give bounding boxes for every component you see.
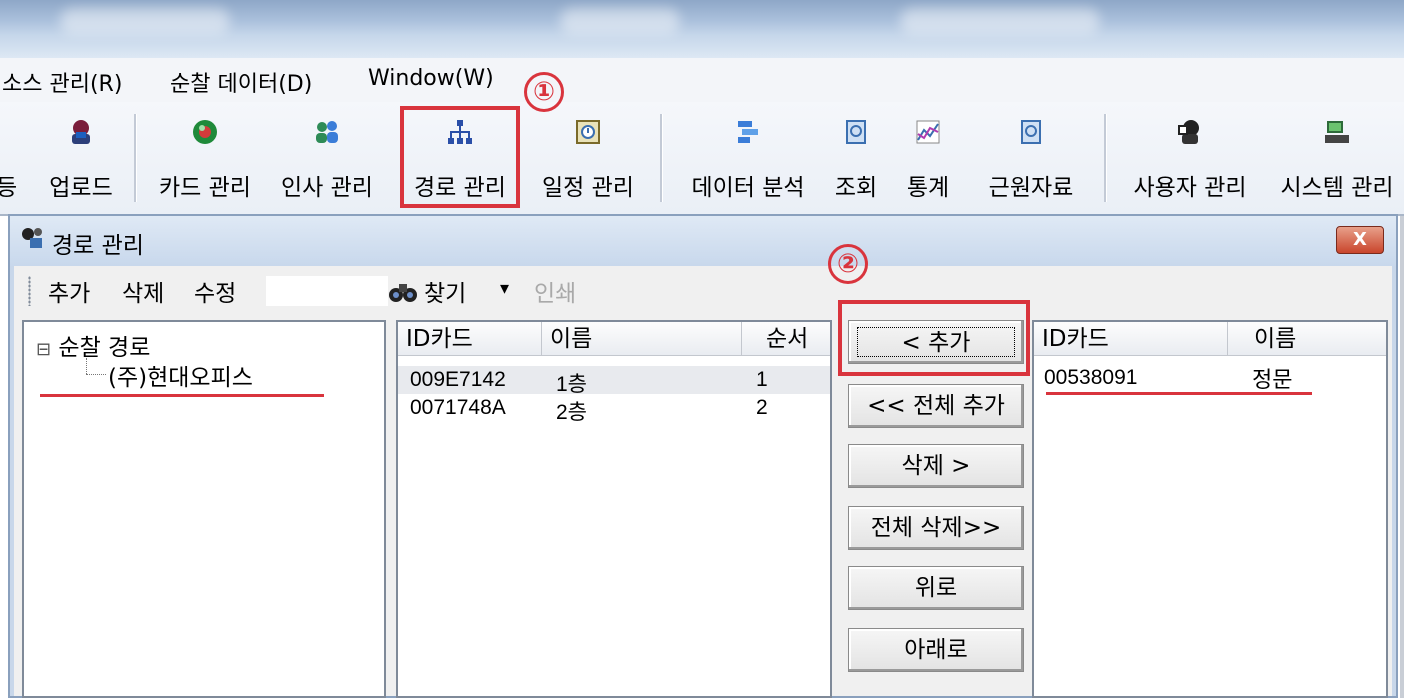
row-underline [1046, 392, 1312, 395]
move-up-button[interactable]: 위로 [848, 566, 1024, 610]
move-down-button[interactable]: 아래로 [848, 628, 1024, 672]
data-analysis-label: 데이터 분석 [691, 175, 805, 201]
route-tree-panel[interactable]: ⊟ 순찰 경로 (주)현대오피스 [22, 320, 386, 698]
binoculars-icon[interactable] [388, 280, 418, 304]
source-data-label: 근원자료 [988, 175, 1074, 201]
tree-line [86, 358, 88, 374]
app-title-bar[interactable] [0, 0, 1404, 58]
card-management-label: 카드 관리 [159, 175, 251, 201]
schedule-management-button[interactable]: 일정 관리 [530, 110, 646, 206]
delete-button[interactable]: 삭제 > [848, 444, 1024, 488]
tree-root-node[interactable]: ⊟ 순찰 경로 [36, 328, 150, 362]
toolbar-separator [660, 114, 663, 202]
find-dropdown-icon[interactable]: ▾ [500, 278, 509, 299]
app-window: 소스 관리(R) 순찰 데이터(D) Window(W) 등 업로드 카드 관리… [0, 0, 1404, 698]
user-management-button[interactable]: 사용자 관리 [1120, 110, 1260, 206]
close-button[interactable]: X [1336, 226, 1384, 254]
window-title: 경로 관리 [52, 233, 144, 259]
source-data-icon [1021, 120, 1041, 144]
callout-two: ② [828, 244, 868, 284]
user-management-label: 사용자 관리 [1133, 175, 1247, 201]
route-window-icon [22, 228, 42, 248]
title-glow [900, 8, 1100, 34]
lookup-label: 조회 [834, 175, 878, 201]
row-name: 2층 [556, 401, 587, 424]
menu-window[interactable]: Window(W) [368, 66, 494, 91]
tree-line [86, 374, 106, 375]
tree-underline [40, 394, 324, 397]
row-id-card: 0071748A [410, 396, 506, 419]
close-icon: X [1353, 229, 1367, 250]
menu-bar: 소스 관리(R) 순찰 데이터(D) Window(W) [0, 58, 1404, 102]
tree-child-node[interactable]: (주)현대오피스 [108, 358, 253, 392]
schedule-management-label: 일정 관리 [542, 175, 634, 201]
row-name: 1층 [556, 373, 587, 396]
row-id-card: 00538091 [1044, 366, 1138, 389]
upload-person-icon [72, 120, 90, 144]
row-id-card: 009E7142 [410, 368, 506, 391]
menu-resource[interactable]: 소스 관리(R) [2, 66, 122, 98]
tree-expander-icon[interactable]: ⊟ [36, 339, 51, 360]
col-header-name[interactable]: 이름 [542, 322, 742, 356]
lookup-button[interactable]: 조회 [826, 110, 886, 206]
statistics-button[interactable]: 통계 [898, 110, 958, 206]
user-admin-icon [1178, 120, 1199, 144]
row-order: 1 [756, 368, 768, 391]
add-all-button[interactable]: << 전체 추가 [848, 384, 1024, 428]
system-management-label: 시스템 관리 [1280, 175, 1394, 201]
statistics-chart-icon [916, 120, 940, 144]
lookup-icon [846, 120, 866, 144]
search-input[interactable] [266, 276, 388, 306]
toolbar-cut-label: 등 [0, 175, 18, 201]
title-glow [560, 8, 680, 34]
add-button-highlight [838, 300, 1030, 376]
col-header-name[interactable]: 이름 [1228, 322, 1386, 356]
col-header-order[interactable]: 순서 [742, 322, 830, 356]
add-toolbar-button[interactable]: 추가 [48, 274, 90, 308]
print-button[interactable]: 인쇄 [534, 274, 576, 308]
source-data-button[interactable]: 근원자료 [968, 110, 1094, 206]
main-toolbar: 등 업로드 카드 관리 인사 관리 경로 관리 일정 관리 데이터 분석 조회 … [0, 102, 1404, 216]
col-header-id-card[interactable]: ID카드 [398, 322, 542, 356]
toolbar-grip-icon[interactable] [28, 276, 31, 306]
row-order: 2 [756, 396, 768, 419]
system-management-button[interactable]: 시스템 관리 [1270, 110, 1404, 206]
delete-toolbar-button[interactable]: 삭제 [122, 274, 164, 308]
title-glow [60, 8, 230, 34]
system-computer-icon [1325, 121, 1349, 143]
window-toolbar: 추가 삭제 수정 찾기 ▾ 인쇄 [14, 266, 1392, 316]
hr-management-button[interactable]: 인사 관리 [268, 110, 386, 206]
statistics-label: 통계 [906, 175, 950, 201]
upload-label: 업로드 [49, 175, 113, 201]
edit-toolbar-button[interactable]: 수정 [194, 274, 236, 308]
row-name: 정문 [1252, 367, 1293, 392]
toolbar-separator [1104, 114, 1107, 202]
callout-one: ① [524, 72, 564, 112]
toolbar-separator [134, 114, 137, 202]
checkpoint-list[interactable]: ID카드 이름 순서 009E7142 1층 1 0071748A 2층 2 [396, 320, 832, 698]
menu-patrol-data[interactable]: 순찰 데이터(D) [170, 66, 312, 98]
route-management-highlight [400, 106, 520, 208]
child-title-bar[interactable]: 경로 관리 X [10, 216, 1396, 266]
upload-button[interactable]: 업로드 [36, 110, 126, 206]
data-analysis-button[interactable]: 데이터 분석 [676, 110, 820, 206]
data-analysis-icon [738, 121, 758, 143]
find-button[interactable]: 찾기 [424, 274, 466, 308]
schedule-icon [576, 120, 600, 144]
col-header-id-card[interactable]: ID카드 [1034, 322, 1228, 356]
card-globe-icon [193, 120, 217, 144]
route-checkpoint-list[interactable]: ID카드 이름 00538091 정문 [1032, 320, 1388, 698]
people-icon [316, 121, 338, 143]
delete-all-button[interactable]: 전체 삭제>> [848, 506, 1024, 550]
hr-management-label: 인사 관리 [281, 175, 373, 201]
card-management-button[interactable]: 카드 관리 [150, 110, 260, 206]
